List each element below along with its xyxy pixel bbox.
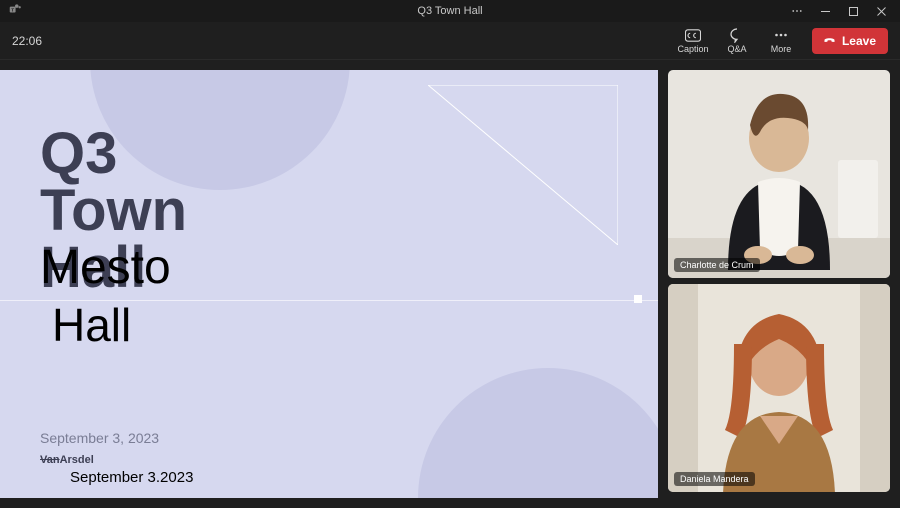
svg-text:T: T bbox=[11, 7, 14, 12]
titlebar: T Q3 Town Hall bbox=[0, 0, 900, 22]
overlay-text: Mesto bbox=[40, 240, 171, 295]
toolbar-actions: Caption Q&A More Leave bbox=[672, 24, 888, 58]
meeting-toolbar: 22:06 Caption Q&A More Leave bbox=[0, 22, 900, 60]
chat-icon bbox=[729, 27, 745, 43]
minimize-icon[interactable] bbox=[818, 4, 832, 18]
close-icon[interactable] bbox=[874, 4, 888, 18]
caption-label: Caption bbox=[677, 44, 708, 54]
slide-title-line: Town bbox=[40, 178, 187, 243]
more-label: More bbox=[771, 44, 792, 54]
window-title: Q3 Town Hall bbox=[417, 5, 482, 17]
participants-panel: Charlotte de Crum Daniela Mandera bbox=[668, 70, 890, 498]
window-controls bbox=[790, 4, 894, 18]
caption-icon bbox=[685, 27, 701, 43]
hangup-icon bbox=[822, 32, 837, 50]
maximize-icon[interactable] bbox=[846, 4, 860, 18]
decorative-triangle bbox=[428, 85, 618, 245]
meeting-content: Q3 Town Hall Mesto Hall September 3, 202… bbox=[0, 60, 900, 508]
decorative-circle bbox=[418, 368, 658, 498]
participant-name: Daniela Mandera bbox=[674, 472, 755, 486]
brand-suffix: Arsdel bbox=[60, 454, 94, 466]
teams-icon: T bbox=[8, 2, 22, 21]
participant-video bbox=[668, 284, 890, 492]
meeting-timer: 22:06 bbox=[12, 34, 42, 48]
participant-video bbox=[668, 70, 890, 278]
slide-date: September 3, 2023 bbox=[40, 430, 159, 446]
participant-tile[interactable]: Charlotte de Crum bbox=[668, 70, 890, 278]
presentation-slide: Q3 Town Hall Mesto Hall September 3, 202… bbox=[0, 70, 658, 498]
participant-name: Charlotte de Crum bbox=[674, 258, 760, 272]
leave-button[interactable]: Leave bbox=[812, 28, 888, 54]
leave-label: Leave bbox=[842, 34, 876, 48]
overlay-text: Hall bbox=[52, 298, 131, 352]
qa-button[interactable]: Q&A bbox=[716, 24, 758, 58]
more-icon bbox=[773, 27, 789, 43]
brand-prefix: Van bbox=[40, 454, 60, 466]
qa-label: Q&A bbox=[727, 44, 746, 54]
decorative-square bbox=[634, 295, 642, 303]
participant-tile[interactable]: Daniela Mandera bbox=[668, 284, 890, 492]
app-icon-wrap: T bbox=[6, 2, 22, 21]
shared-content: Q3 Town Hall Mesto Hall September 3, 202… bbox=[0, 70, 658, 498]
ellipsis-icon[interactable] bbox=[790, 4, 804, 18]
slide-title-line: Q3 bbox=[40, 121, 117, 186]
overlay-date: September 3.2023 bbox=[70, 469, 193, 486]
more-button[interactable]: More bbox=[760, 24, 802, 58]
caption-button[interactable]: Caption bbox=[672, 24, 714, 58]
slide-brand: VanArsdel bbox=[40, 454, 94, 466]
